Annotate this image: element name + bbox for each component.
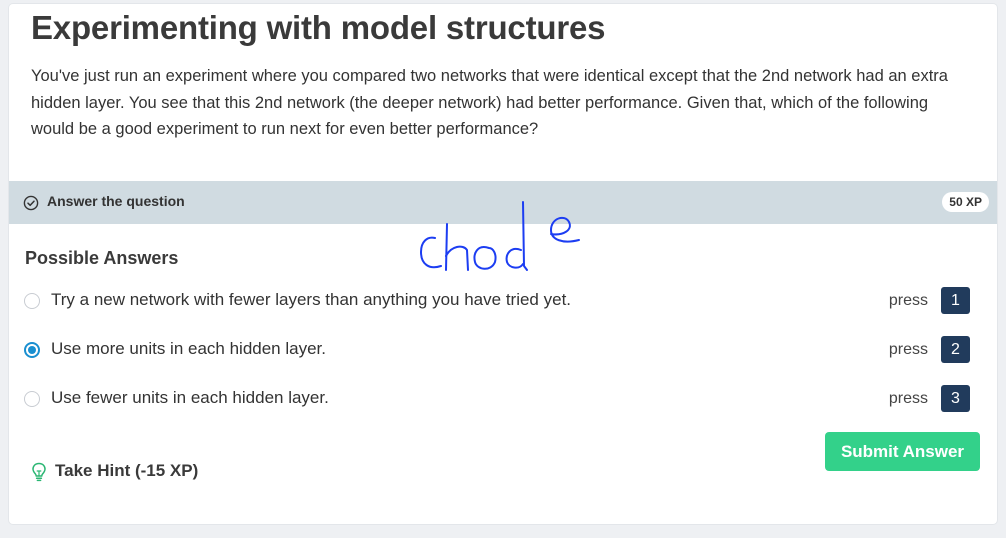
exercise-card: Experimenting with model structures You'… [9, 4, 997, 524]
exercise-context: You've just run an experiment where you … [31, 67, 948, 138]
instructions-label: Answer the question [47, 193, 185, 209]
answer-label: Use more units in each hidden layer. [51, 339, 326, 358]
shortcut-key: 3 [941, 385, 970, 412]
press-label: press [888, 341, 928, 358]
answer-label: Try a new network with fewer layers than… [51, 290, 572, 309]
take-hint-label: Take Hint (-15 XP) [55, 461, 199, 480]
radio-button-selected[interactable] [24, 342, 40, 358]
radio-button[interactable] [24, 391, 40, 407]
answer-option-2[interactable]: Use more units in each hidden layer. pre… [9, 336, 997, 368]
answer-option-1[interactable]: Try a new network with fewer layers than… [9, 287, 997, 319]
xp-badge: 50 XP [942, 192, 989, 212]
shortcut-key: 2 [941, 336, 970, 363]
submit-answer-button[interactable]: Submit Answer [825, 432, 980, 471]
press-label: press [888, 390, 928, 407]
radio-button[interactable] [24, 293, 40, 309]
press-label: press [888, 292, 928, 309]
check-circle-icon [23, 195, 39, 211]
lightbulb-icon [32, 462, 46, 482]
handwritten-annotation [420, 201, 580, 271]
exercise-title: Experimenting with model structures [31, 9, 606, 46]
answer-option-3[interactable]: Use fewer units in each hidden layer. pr… [9, 385, 997, 417]
shortcut-key: 1 [941, 287, 970, 314]
answer-label: Use fewer units in each hidden layer. [51, 388, 329, 407]
possible-answers-heading: Possible Answers [25, 248, 179, 268]
